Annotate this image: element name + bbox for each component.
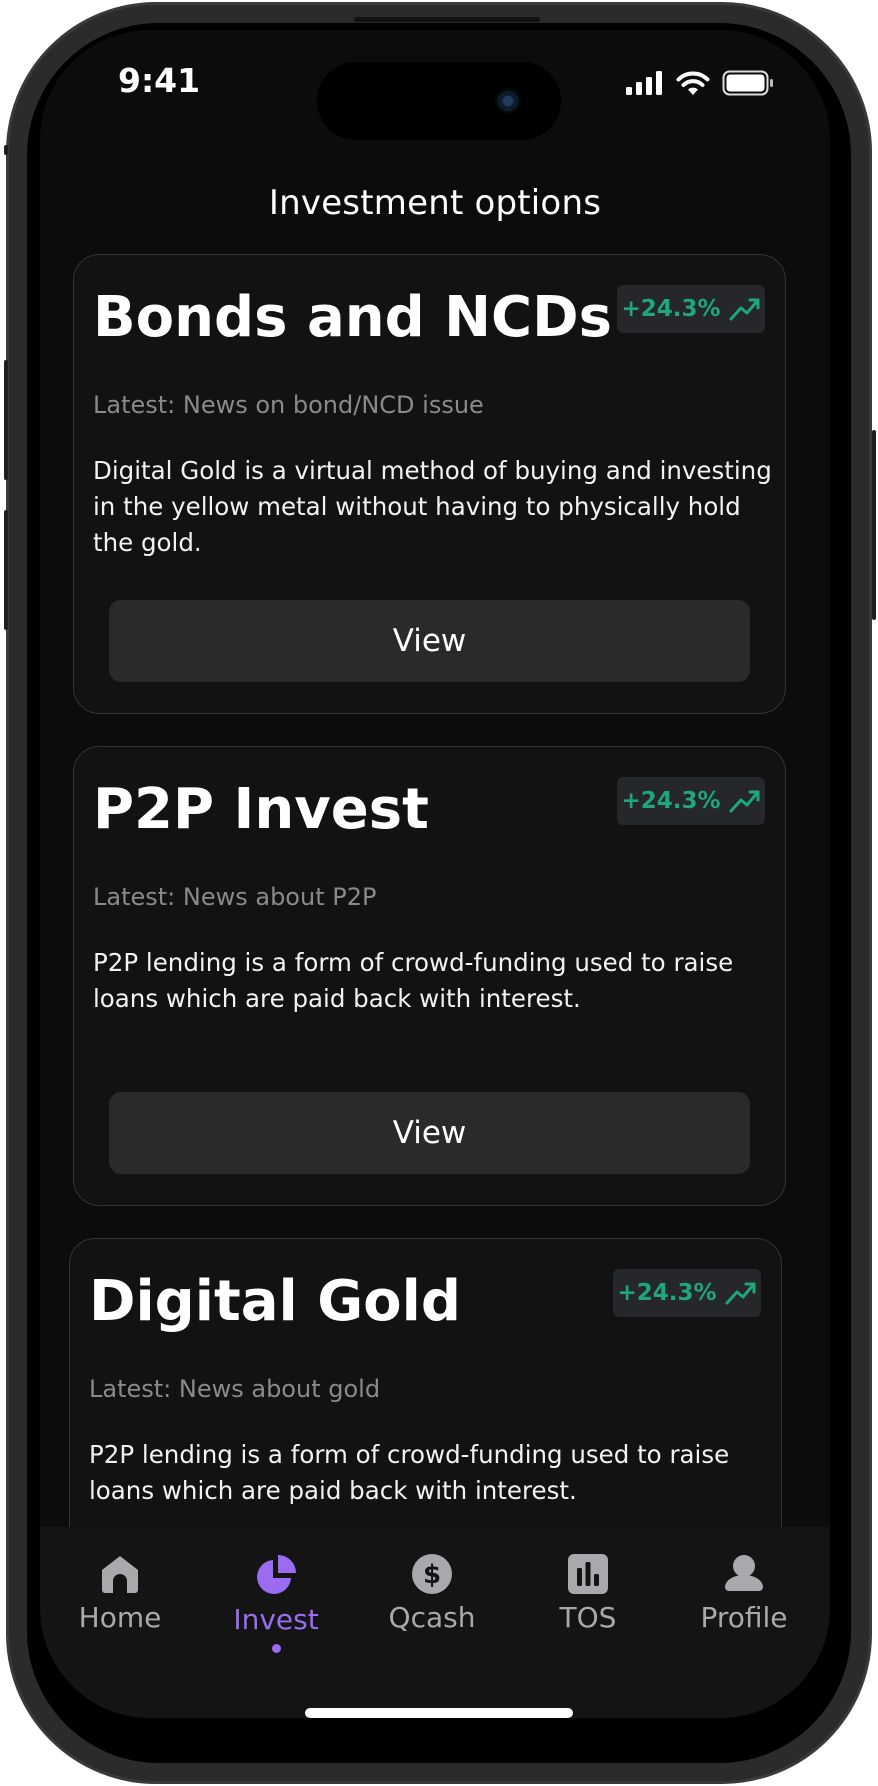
change-badge: +24.3% [617, 777, 765, 825]
card-title: P2P Invest [93, 777, 429, 842]
signal-icon [626, 71, 662, 95]
tab-label: Home [78, 1601, 162, 1634]
side-button [4, 145, 8, 155]
card-title: Digital Gold [89, 1269, 461, 1334]
wifi-icon [676, 71, 710, 95]
card-description: Digital Gold is a virtual method of buyi… [93, 456, 772, 557]
active-indicator [271, 1644, 281, 1653]
bottom-tab-bar: Home Invest $ Qcash TOS Profile [40, 1527, 830, 1718]
battery-icon [722, 70, 773, 96]
tab-label: Invest [233, 1603, 319, 1636]
tab-invest[interactable]: Invest [206, 1553, 346, 1653]
latest-news: Latest: News about P2P [93, 883, 377, 911]
pie-chart-icon [257, 1555, 296, 1594]
latest-news: Latest: News about gold [89, 1375, 381, 1403]
trending-up-icon [729, 790, 760, 813]
user-icon [725, 1555, 763, 1591]
trending-up-icon [725, 1282, 756, 1305]
tab-qcash[interactable]: $ Qcash [362, 1553, 502, 1634]
svg-text:$: $ [423, 1560, 441, 1590]
volume-up-button [4, 360, 8, 480]
investment-card-p2p[interactable]: P2P Invest +24.3% Latest: News about P2P… [73, 746, 786, 1206]
bar-chart-icon [568, 1554, 608, 1594]
change-value: +24.3% [621, 296, 721, 322]
status-time: 9:41 [118, 61, 201, 100]
volume-down-button [4, 510, 8, 630]
power-button [872, 430, 876, 620]
page-title: Investment options [268, 183, 602, 223]
view-button[interactable]: View [109, 600, 750, 682]
view-button[interactable]: View [109, 1092, 750, 1174]
card-title: Bonds and NCDs [93, 285, 612, 350]
home-icon [102, 1556, 138, 1593]
card-description: P2P lending is a form of crowd-funding u… [89, 1440, 730, 1505]
tab-profile[interactable]: Profile [674, 1553, 814, 1634]
card-description: P2P lending is a form of crowd-funding u… [93, 948, 734, 1013]
tab-home[interactable]: Home [50, 1553, 190, 1634]
trending-up-icon [729, 298, 760, 321]
change-badge: +24.3% [617, 285, 765, 333]
status-icons [626, 70, 774, 96]
app-screen: 9:41 Investment options Bonds and NCDs +… [40, 30, 830, 1718]
tab-label: Qcash [388, 1601, 476, 1634]
latest-news: Latest: News on bond/NCD issue [93, 391, 484, 419]
home-indicator[interactable] [305, 1708, 573, 1718]
speaker-grille [354, 17, 540, 22]
change-value: +24.3% [617, 1280, 717, 1306]
tab-label: Profile [700, 1601, 788, 1634]
change-badge: +24.3% [613, 1269, 761, 1317]
investment-card-bonds[interactable]: Bonds and NCDs +24.3% Latest: News on bo… [73, 254, 786, 714]
tab-tos[interactable]: TOS [518, 1553, 658, 1634]
change-value: +24.3% [621, 788, 721, 814]
dynamic-island [317, 62, 561, 140]
dollar-icon: $ [412, 1554, 452, 1594]
tab-label: TOS [559, 1601, 617, 1634]
camera-icon [495, 88, 521, 114]
